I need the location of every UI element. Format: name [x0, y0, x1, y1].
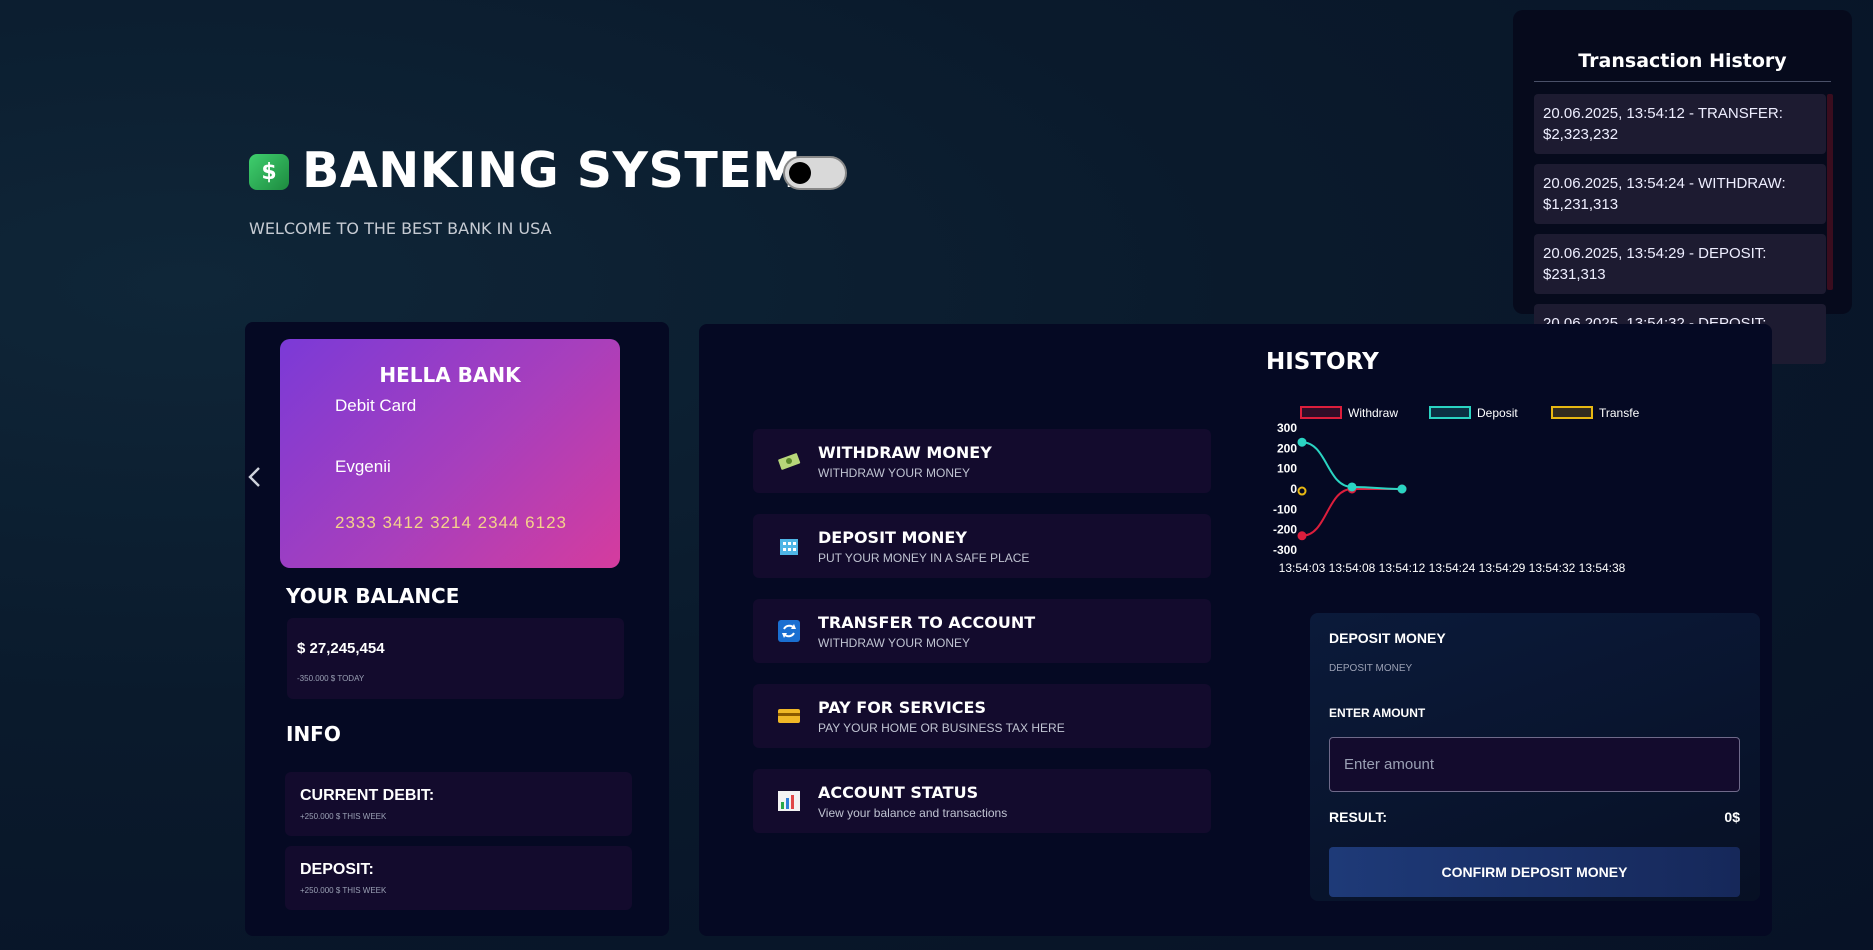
transaction-item: 20.06.2025, 13:54:29 - DEPOSIT: $231,313	[1534, 234, 1826, 294]
action-label: PAY FOR SERVICES	[818, 698, 986, 717]
transaction-history-scrollbar[interactable]	[1827, 94, 1833, 290]
action-label: DEPOSIT MONEY	[818, 528, 967, 547]
action-desc: PUT YOUR MONEY IN A SAFE PLACE	[818, 551, 1030, 565]
balance-value: $ 27,245,454	[297, 640, 385, 657]
series-line	[1301, 441, 1403, 490]
credit-card-icon	[777, 705, 801, 727]
action-label: ACCOUNT STATUS	[818, 783, 979, 802]
action-desc: WITHDRAW YOUR MONEY	[818, 636, 970, 650]
balance-heading: YOUR BALANCE	[286, 584, 460, 608]
transaction-history-title: Transaction History	[1578, 50, 1787, 72]
withdraw-money-button[interactable]: WITHDRAW MONEY WITHDRAW YOUR MONEY	[753, 429, 1211, 493]
card-holder: Evgenii	[335, 457, 391, 476]
x-tick-label: 13:54:24	[1429, 561, 1476, 575]
legend-swatch	[1429, 406, 1471, 419]
y-tick-label: 200	[1277, 441, 1297, 455]
money-icon	[777, 450, 801, 472]
info-label: DEPOSIT:	[300, 861, 374, 878]
amount-label: ENTER AMOUNT	[1329, 706, 1426, 720]
data-point	[1297, 437, 1307, 447]
account-status-button[interactable]: ACCOUNT STATUS View your balance and tra…	[753, 769, 1211, 833]
dollar-logo-icon: $	[249, 154, 289, 190]
legend-label: Withdraw	[1348, 406, 1398, 420]
legend-swatch	[1300, 406, 1342, 419]
y-tick-label: -100	[1273, 502, 1297, 516]
info-item-deposit: DEPOSIT: +250.000 $ THIS WEEK	[285, 846, 632, 910]
pay-for-services-button[interactable]: PAY FOR SERVICES PAY YOUR HOME OR BUSINE…	[753, 684, 1211, 748]
result-label: RESULT:	[1329, 809, 1388, 825]
y-tick-label: -200	[1273, 523, 1297, 537]
x-tick-label: 13:54:08	[1329, 561, 1376, 575]
legend-swatch	[1551, 406, 1593, 419]
x-tick-label: 13:54:03	[1279, 561, 1326, 575]
amount-input[interactable]	[1329, 737, 1740, 792]
x-tick-label: 13:54:12	[1379, 561, 1426, 575]
y-tick-label: 0	[1290, 482, 1297, 496]
info-sub: +250.000 $ THIS WEEK	[300, 812, 387, 821]
app-subtitle: WELCOME TO THE BEST BANK IN USA	[249, 219, 552, 238]
action-desc: PAY YOUR HOME OR BUSINESS TAX HERE	[818, 721, 1065, 735]
data-point	[1297, 486, 1307, 496]
action-desc: WITHDRAW YOUR MONEY	[818, 466, 970, 480]
info-label: CURRENT DEBIT:	[300, 787, 435, 804]
deposit-form-subtitle: DEPOSIT MONEY	[1329, 663, 1413, 674]
x-tick-label: 13:54:32	[1529, 561, 1576, 575]
legend-label: Deposit	[1477, 406, 1518, 420]
balance-box: $ 27,245,454 -350.000 $ TODAY	[287, 618, 624, 699]
card-bank-name: HELLA BANK	[379, 363, 521, 387]
legend-label: Transfer	[1599, 406, 1640, 420]
y-tick-label: 300	[1277, 421, 1297, 435]
toggle-knob	[789, 162, 811, 184]
info-sub: +250.000 $ THIS WEEK	[300, 886, 387, 895]
result-value: 0$	[1724, 809, 1740, 825]
bank-building-icon	[777, 535, 801, 557]
series-line	[1301, 488, 1402, 537]
y-tick-label: -300	[1273, 543, 1297, 557]
transaction-item: 20.06.2025, 13:54:24 - WITHDRAW: $1,231,…	[1534, 164, 1826, 224]
transfer-to-account-button[interactable]: TRANSFER TO ACCOUNT WITHDRAW YOUR MONEY	[753, 599, 1211, 663]
history-chart: Withdraw Deposit Transfer 300 200 100 0 -100 -20…	[1273, 406, 1640, 575]
action-desc: View your balance and transactions	[818, 806, 1008, 820]
app-title: BANKING SYSTEM	[302, 142, 802, 199]
transaction-history-panel: Transaction History 20.06.2025, 13:54:12…	[1513, 10, 1852, 364]
data-point	[1397, 484, 1407, 494]
x-tick-label: 13:54:38	[1579, 561, 1626, 575]
history-chart-title: HISTORY	[1266, 349, 1379, 375]
action-label: WITHDRAW MONEY	[818, 443, 992, 462]
confirm-deposit-button[interactable]: CONFIRM DEPOSIT MONEY	[1329, 847, 1740, 897]
y-tick-label: 100	[1277, 462, 1297, 476]
data-point	[1347, 482, 1357, 492]
balance-change: -350.000 $ TODAY	[297, 674, 365, 683]
data-point	[1297, 531, 1307, 541]
chart-icon	[777, 790, 801, 812]
x-tick-label: 13:54:29	[1479, 561, 1526, 575]
info-item-current-debit: CURRENT DEBIT: +250.000 $ THIS WEEK	[285, 772, 632, 836]
transfer-icon	[777, 620, 801, 642]
bank-card[interactable]: HELLA BANK Debit Card Evgenii 2333 3412 …	[280, 339, 620, 568]
transaction-item: 20.06.2025, 13:54:12 - TRANSFER: $2,323,…	[1534, 94, 1826, 154]
deposit-money-button[interactable]: DEPOSIT MONEY PUT YOUR MONEY IN A SAFE P…	[753, 514, 1211, 578]
card-type: Debit Card	[335, 396, 417, 415]
deposit-form-title: DEPOSIT MONEY	[1329, 630, 1446, 646]
card-number: 2333 3412 3214 2344 6123	[335, 513, 567, 532]
action-label: TRANSFER TO ACCOUNT	[818, 613, 1036, 632]
divider	[1534, 81, 1831, 82]
theme-toggle[interactable]	[783, 156, 847, 190]
info-heading: INFO	[286, 722, 341, 746]
deposit-form-panel: DEPOSIT MONEY DEPOSIT MONEY ENTER AMOUNT…	[1310, 613, 1760, 901]
chevron-left-icon[interactable]	[244, 462, 266, 492]
